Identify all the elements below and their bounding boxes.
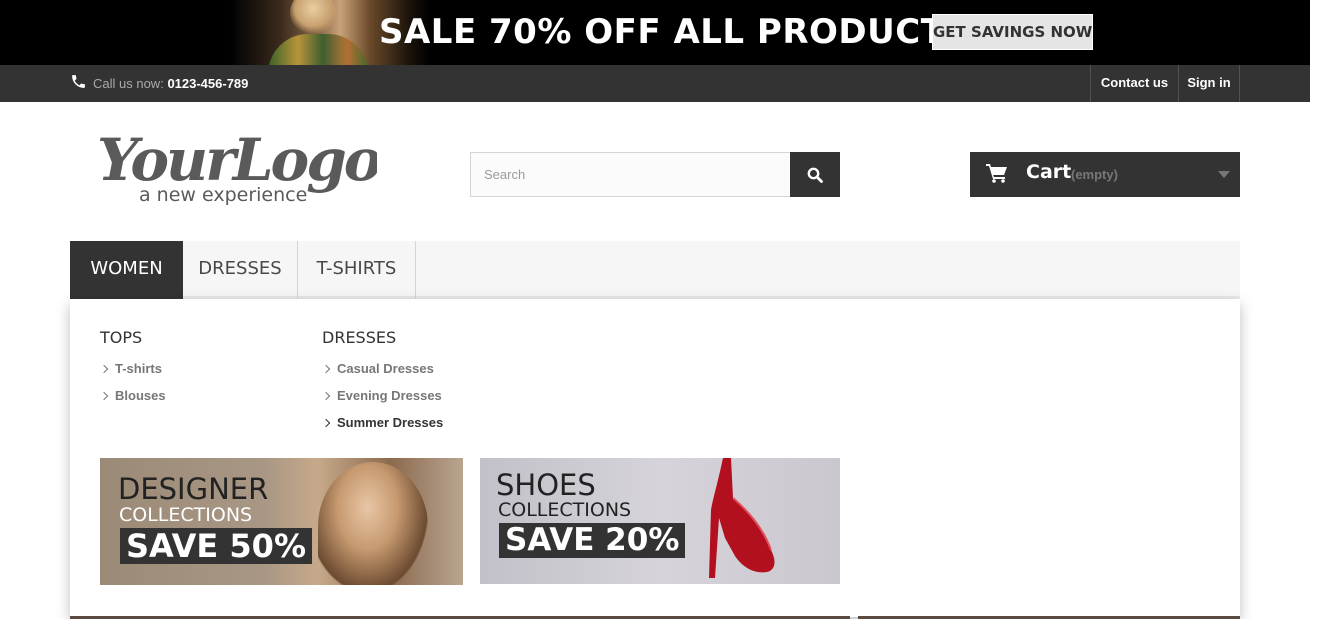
promo-discount: SAVE 50% [120, 528, 312, 564]
submenu-link-tshirts[interactable]: T-shirts [100, 361, 162, 376]
call-us-text: Call us now: 0123-456-789 [93, 76, 248, 91]
model-photo [318, 462, 428, 585]
shoes-collections-banner[interactable]: SHOES COLLECTIONS SAVE 20% [480, 458, 840, 584]
call-label: Call us now: [93, 76, 164, 91]
phone-icon [72, 75, 85, 88]
promo-line1: DESIGNER [118, 472, 269, 506]
submenu-link-casual-dresses[interactable]: Casual Dresses [322, 361, 434, 376]
red-heel-shoe-image [709, 458, 775, 578]
promo-line1: SHOES [496, 468, 596, 502]
promo-discount: SAVE 20% [499, 523, 686, 558]
promo-line2: COLLECTIONS [119, 504, 253, 526]
search-input[interactable] [470, 152, 791, 197]
submenu-link-blouses[interactable]: Blouses [100, 388, 166, 403]
sign-in-link[interactable]: Sign in [1178, 65, 1240, 102]
cart-icon [986, 164, 1007, 183]
main-menu: WOMEN DRESSES T-SHIRTS [70, 241, 1240, 299]
menu-item-dresses[interactable]: DRESSES [183, 241, 298, 299]
get-savings-button[interactable]: GET SAVINGS NOW [932, 14, 1093, 50]
top-bar: Call us now: 0123-456-789 Contact us Sig… [0, 65, 1310, 102]
promo-line2: COLLECTIONS [498, 499, 632, 521]
search-button[interactable] [790, 152, 840, 197]
submenu-title-dresses[interactable]: DRESSES [322, 328, 396, 347]
submenu-title-tops[interactable]: TOPS [100, 328, 142, 347]
designer-collections-banner[interactable]: DESIGNER COLLECTIONS SAVE 50% [100, 458, 463, 585]
promo-banner[interactable]: SALE 70% OFF ALL PRODUCTS GET SAVINGS NO… [0, 0, 1310, 65]
svg-text:a new experience: a new experience [139, 184, 307, 206]
search-icon [807, 167, 823, 183]
contact-us-link[interactable]: Contact us [1090, 65, 1178, 102]
menu-item-tshirts[interactable]: T-SHIRTS [298, 241, 416, 299]
phone-number: 0123-456-789 [167, 76, 249, 91]
chevron-down-icon [1218, 171, 1230, 178]
cart-label: Cart [1026, 161, 1072, 183]
promo-headline: SALE 70% OFF ALL PRODUCTS [379, 12, 970, 52]
submenu-link-evening-dresses[interactable]: Evening Dresses [322, 388, 442, 403]
women-submenu: TOPS T-shirts Blouses DRESSES Casual Dre… [70, 299, 1240, 617]
menu-item-women[interactable]: WOMEN [70, 241, 183, 299]
cart-button[interactable]: Cart (empty) [970, 152, 1240, 197]
cart-status: (empty) [1071, 167, 1118, 182]
submenu-link-summer-dresses[interactable]: Summer Dresses [322, 415, 443, 430]
site-logo[interactable]: YourLogo a new experience [97, 122, 377, 210]
